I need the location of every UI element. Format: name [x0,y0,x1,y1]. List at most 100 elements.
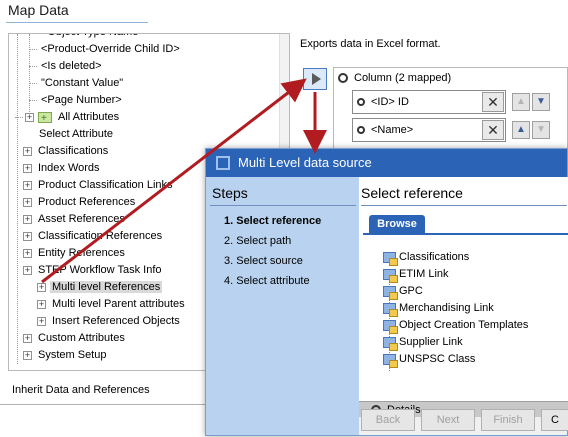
dialog-titlebar[interactable]: Multi Level data source [206,149,567,177]
add-mapping-button[interactable] [303,68,327,90]
mapped-field-label: <Name> [371,124,414,136]
reference-label: GPC [399,285,423,297]
cancel-button[interactable]: C [541,409,568,431]
reference-item[interactable]: Merchandising Link [383,302,494,317]
reference-type-icon [383,269,398,283]
multi-level-dialog: Multi Level data source Steps 1. Select … [205,148,568,436]
remove-field-button[interactable]: ✕ [482,120,504,140]
column-header-label: Column (2 mapped) [354,72,452,84]
reference-item[interactable]: Classifications [383,251,470,266]
tree-item-label: Index Words [38,162,100,174]
reference-label: ETIM Link [399,268,449,280]
tree-item-label: Custom Attributes [38,332,125,344]
reference-label: Classifications [399,251,470,263]
tree-item[interactable]: + Asset References [23,211,127,228]
remove-field-button[interactable]: ✕ [482,92,504,112]
expand-icon[interactable]: + [37,299,46,309]
tree-item-label: Asset References [38,213,125,225]
move-up-button[interactable]: ▲ [512,121,530,139]
step-select-path: 2. Select path [224,235,292,247]
main-divider [361,205,567,206]
expand-icon[interactable]: + [23,146,32,156]
tree-item[interactable]: <Object Type Name> [39,34,147,41]
finish-button[interactable]: Finish [481,409,535,431]
expand-icon[interactable]: + [23,197,32,207]
reference-type-icon [383,354,398,368]
reference-item[interactable]: Supplier Link [383,336,463,351]
move-down-button[interactable]: ▼ [532,121,550,139]
tree-connector [29,100,37,101]
move-down-button[interactable]: ▼ [532,93,550,111]
column-mapping-box: Column (2 mapped) <ID> ID ✕ ▲ ▼ <Name> ✕… [333,67,568,149]
next-button[interactable]: Next [421,409,475,431]
tree-item[interactable]: <Product-Override Child ID> [29,41,182,58]
move-up-button[interactable]: ▲ [512,93,530,111]
tree-item[interactable]: +All Attributes [15,109,121,127]
tree-item[interactable]: + Multi level References [37,279,163,296]
expand-icon[interactable]: + [23,265,32,275]
reference-type-icon [383,337,398,351]
tree-item[interactable]: + Product Classification Links [23,177,175,194]
reference-item[interactable]: Object Creation Templates [383,319,528,334]
tree-item-label: "Constant Value" [41,77,124,89]
tree-item-label: <Product-Override Child ID> [41,43,180,55]
expand-icon[interactable]: + [23,163,32,173]
tree-connector [29,49,37,50]
tree-item-label: <Page Number> [41,94,122,106]
reference-item[interactable]: GPC [383,285,423,300]
tree-item-label: Select Attribute [39,128,113,140]
expand-icon[interactable]: + [23,180,32,190]
tree-item[interactable]: + Product References [23,194,137,211]
tree-item[interactable]: + Classifications [23,143,110,160]
tree-item-label: System Setup [38,349,107,361]
tree-connector [29,83,37,84]
format-description: Exports data in Excel format. [300,38,441,50]
title-underline [6,22,148,23]
column-header[interactable]: Column (2 mapped) [338,72,451,84]
tree-item[interactable]: "Constant Value" [29,75,125,92]
tree-connector [29,66,37,67]
expand-icon[interactable]: + [23,248,32,258]
tree-item-label: STEP Workflow Task Info [38,264,162,276]
tree-connector [29,34,30,114]
reference-item[interactable]: UNSPSC Class [383,353,475,368]
tree-connector [17,34,18,364]
inherit-label: Inherit Data and References [12,384,150,396]
reference-type-icon [383,286,398,300]
tree-item-label: Classifications [38,145,109,157]
tree-item-label: Product References [38,196,136,208]
expand-icon[interactable]: + [23,333,32,343]
tree-item[interactable]: <Page Number> [29,92,124,109]
expand-icon[interactable]: + [23,231,32,241]
wizard-button-row: Back Next Finish C [359,403,568,437]
tree-item[interactable]: <Is deleted> [29,58,104,75]
tree-item[interactable]: + Multi level Parent attributes [37,296,187,313]
expand-icon[interactable]: + [37,316,46,326]
expand-icon[interactable]: + [37,282,46,292]
tree-item[interactable]: + Custom Attributes [23,330,127,347]
tree-item[interactable]: Select Attribute [37,126,115,143]
step-select-source: 3. Select source [224,255,303,267]
main-title: Select reference [361,185,463,201]
dialog-title: Multi Level data source [238,155,372,170]
tree-item-label: <Object Type Name> [39,34,147,38]
key-icon [357,98,365,107]
main-pane: Select reference Browse Classifications … [359,177,568,417]
key-icon [357,126,365,135]
tree-item[interactable]: + Index Words [23,160,102,177]
tree-item-label: Insert Referenced Objects [52,315,180,327]
reference-type-icon [383,252,398,266]
tree-item-label: All Attributes [58,111,120,123]
tree-item[interactable]: + Insert Referenced Objects [37,313,182,330]
reference-label: Supplier Link [399,336,463,348]
expand-icon[interactable]: + [23,214,32,224]
reference-item[interactable]: ETIM Link [383,268,449,283]
tab-browse[interactable]: Browse [369,215,425,233]
tree-item[interactable]: + Classification References [23,228,164,245]
tree-item[interactable]: + System Setup [23,347,108,364]
tree-item[interactable]: + STEP Workflow Task Info [23,262,164,279]
tree-item-label: Entity References [38,247,125,259]
expand-icon[interactable]: + [23,350,32,360]
back-button[interactable]: Back [361,409,415,431]
tree-item[interactable]: + Entity References [23,245,127,262]
